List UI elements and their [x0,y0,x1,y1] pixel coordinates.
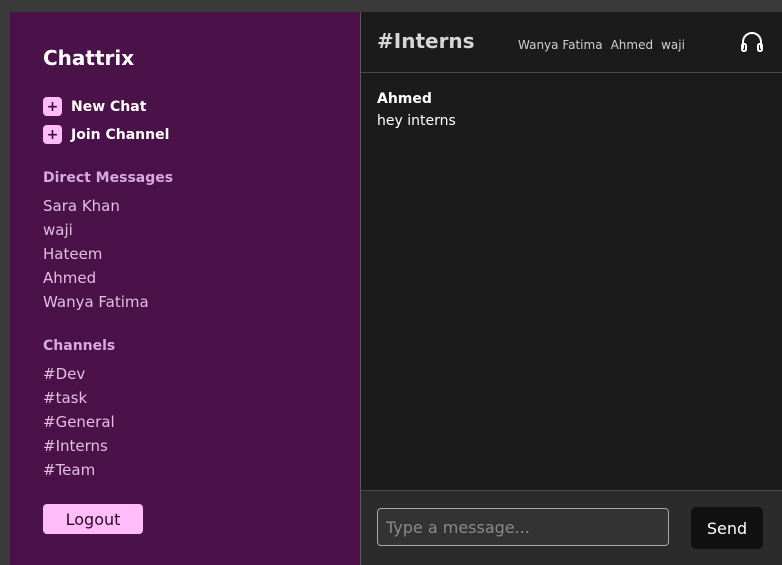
message-list: Ahmed hey interns [377,91,766,129]
dm-item-ahmed[interactable]: Ahmed [43,266,149,290]
app-title: Chattrix [43,46,135,70]
member-waji: waji [661,38,685,52]
channel-item-general[interactable]: #General [43,410,115,434]
sidebar: Chattrix + New Chat + Join Channel Direc… [10,12,360,565]
logout-button[interactable]: Logout [43,504,143,534]
new-chat-label: New Chat [71,98,147,115]
member-list: Wanya Fatima Ahmed waji [518,38,685,52]
headset-icon[interactable] [740,30,764,54]
join-channel-button[interactable]: + Join Channel [43,125,169,144]
plus-icon: + [43,125,62,144]
channel-item-dev[interactable]: #Dev [43,362,115,386]
dm-item-hateem[interactable]: Hateem [43,242,149,266]
channel-item-interns[interactable]: #Interns [43,434,115,458]
new-chat-button[interactable]: + New Chat [43,97,146,116]
chat-panel: #Interns Wanya Fatima Ahmed waji Ahmed h… [360,12,782,565]
message-composer: Send [361,490,782,565]
chat-header: #Interns Wanya Fatima Ahmed waji [361,12,782,73]
dm-item-wanya-fatima[interactable]: Wanya Fatima [43,290,149,314]
app-window: Chattrix + New Chat + Join Channel Direc… [10,12,782,565]
channel-item-task[interactable]: #task [43,386,115,410]
channels-heading: Channels [43,338,116,354]
message-author: Ahmed [377,91,432,107]
join-channel-label: Join Channel [71,126,170,143]
direct-messages-list: Sara Khan waji Hateem Ahmed Wanya Fatima [43,194,149,314]
member-ahmed: Ahmed [610,38,654,52]
dm-item-sara-khan[interactable]: Sara Khan [43,194,149,218]
channel-item-team[interactable]: #Team [43,458,115,482]
send-button[interactable]: Send [691,507,763,549]
direct-messages-heading: Direct Messages [43,170,174,186]
message-item: Ahmed hey interns [377,91,766,129]
message-text: hey interns [377,113,456,129]
message-input[interactable] [377,508,669,546]
channel-title: #Interns [377,29,475,53]
channels-list: #Dev #task #General #Interns #Team [43,362,115,482]
plus-icon: + [43,97,62,116]
dm-item-waji[interactable]: waji [43,218,149,242]
member-wanya-fatima: Wanya Fatima [518,38,603,52]
